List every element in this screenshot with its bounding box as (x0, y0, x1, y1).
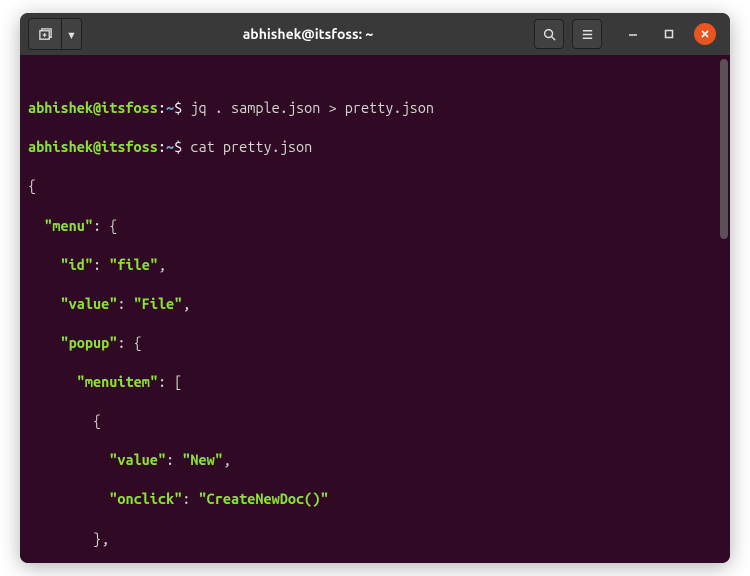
prompt-path: ~ (166, 99, 174, 116)
command-1-text: jq . sample.json > pretty.json (190, 99, 434, 116)
json-output: "menu": { (28, 216, 722, 236)
json-output: { (28, 176, 722, 196)
close-button[interactable] (694, 23, 716, 45)
json-output: "menuitem": [ (28, 372, 722, 392)
newtab-dropdown-button[interactable]: ▾ (61, 19, 81, 49)
prompt-path: ~ (166, 138, 174, 155)
minimize-button[interactable] (622, 23, 644, 45)
window-title: abhishek@itsfoss: ~ (88, 26, 528, 42)
json-output: "onclick": "CreateNewDoc()" (28, 489, 722, 509)
search-button[interactable] (534, 19, 564, 49)
hamburger-icon (580, 27, 595, 42)
window-controls (622, 23, 716, 45)
close-icon (700, 29, 710, 39)
json-output: "popup": { (28, 333, 722, 353)
terminal-body[interactable]: abhishek@itsfoss:~$ jq . sample.json > p… (20, 55, 730, 563)
search-icon (542, 27, 557, 42)
scrollbar[interactable] (720, 59, 728, 239)
json-output: "value": "New", (28, 450, 722, 470)
prompt-line-2: abhishek@itsfoss:~$ cat pretty.json (28, 137, 722, 157)
json-output: }, (28, 529, 722, 549)
newtab-icon (38, 27, 53, 42)
terminal-window: ▾ abhishek@itsfoss: ~ (20, 13, 730, 563)
maximize-button[interactable] (658, 23, 680, 45)
minimize-icon (628, 29, 638, 39)
maximize-icon (664, 29, 674, 39)
newtab-button[interactable] (29, 19, 61, 49)
json-output: "value": "File", (28, 294, 722, 314)
menu-button[interactable] (572, 19, 602, 49)
newtab-group: ▾ (28, 18, 82, 50)
titlebar: ▾ abhishek@itsfoss: ~ (20, 13, 730, 55)
command-2-text: cat pretty.json (190, 138, 312, 155)
json-output: "id": "file", (28, 255, 722, 275)
titlebar-right (534, 19, 722, 49)
prompt-line-1: abhishek@itsfoss:~$ jq . sample.json > p… (28, 98, 722, 118)
json-output: { (28, 411, 722, 431)
prompt-user: abhishek@itsfoss (28, 138, 158, 155)
titlebar-left: ▾ (28, 18, 82, 50)
prompt-user: abhishek@itsfoss (28, 99, 158, 116)
prompt-colon: : (158, 99, 166, 116)
chevron-down-icon: ▾ (67, 25, 77, 44)
prompt-colon: : (158, 138, 166, 155)
